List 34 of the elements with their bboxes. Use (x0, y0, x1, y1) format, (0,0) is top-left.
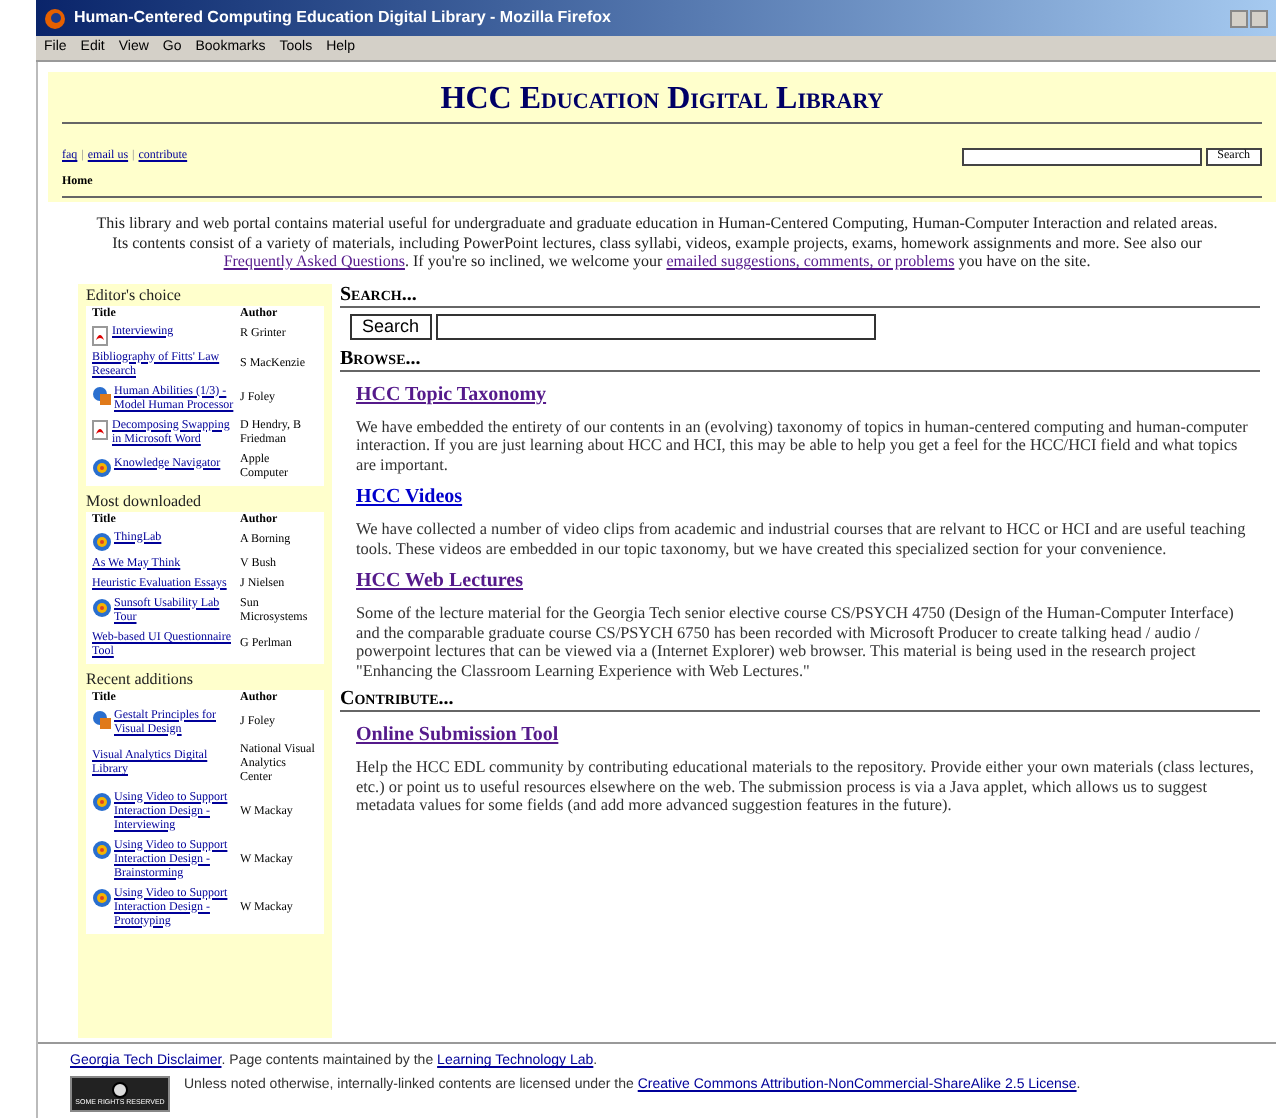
presentation-icon (92, 709, 112, 729)
text-link[interactable]: Frequently Asked Questions (223, 252, 405, 270)
presentation-icon (92, 385, 112, 405)
media-icon (92, 887, 112, 907)
text-link[interactable]: emailed suggestions, comments, or problems (666, 252, 955, 270)
media-icon (92, 531, 112, 551)
media-icon (92, 839, 112, 859)
sidebar-heading: Most downloaded (86, 491, 204, 511)
section-heading: Browse... (340, 347, 1260, 371)
intro-paragraph: This library and web portal contains material useful for undergraduate and graduate education in Human-Centered Computing, Human-Computer Interaction and related areas. Its contents consist of a variety of materials, including PowerPoint lectures, class syllabi, videos, example projects, exams, homework assignments and more. See also our Frequently Asked Questions. If you're so inclined, we welcome your emailed suggestions, comments, or problems you have on the site. (94, 214, 1220, 271)
sidebar-heading: Recent additions (86, 669, 196, 689)
section-description: We have embedded the entirety of our contents in an (evolving) taxonomy of topics in human-centered computing and human-computer interaction. If you are just learning about HCC and HCI, this may be able to help you get a feel for the HCC/HCI field and what topics are important. (356, 417, 1250, 474)
media-icon (92, 597, 112, 617)
site-title: HCC Education Digital Library (62, 80, 1262, 124)
search-field[interactable] (961, 148, 1202, 166)
pdf-document-icon (92, 325, 110, 345)
cc-logo-icon (112, 1082, 128, 1098)
media-icon (92, 791, 112, 811)
section-description: We have collected a number of video clips from academic and industrial courses that are relvant to HCC or HCI and are useful teaching tools. These videos are embedded in our topic taxonomy, but we have created this specialized section for your convenience. (356, 520, 1248, 558)
pdf-document-icon (92, 419, 110, 439)
search-field[interactable] (435, 313, 876, 339)
section-heading: Contribute... (340, 688, 1260, 712)
section-heading: Search... (340, 283, 1260, 307)
section-link[interactable]: Online Submission Tool (356, 720, 559, 750)
search-button[interactable]: Search (350, 313, 432, 339)
section-link[interactable]: HCC Topic Taxonomy (356, 379, 547, 409)
section-link[interactable]: HCC Videos (356, 482, 463, 512)
media-icon (92, 457, 112, 477)
section-description: Help the HCC EDL community by contributing educational materials to the repository. Provide either your own materials (class lectures, etc.) or point us to useful resources elsewhere on the web. The submission process is via a Java applet, which allows us to suggest metadata values for some fields (and add more advanced suggestion features in the future). (356, 758, 1256, 815)
section-description: Some of the lecture material for the Georgia Tech senior elective course CS/PSYCH 4750 (Design of the Human-Computer Interface) and the comparable graduate course CS/PSYCH 6750 has been recorded with Microsoft Producer to create talking head / audio / powerpoint lectures that can be viewed via a (Internet Explorer) web browser. This material is being used in the research project "Enhancing the Classroom Learning Experience with Web Lectures." (356, 604, 1236, 680)
sidebar-heading: Editor's choice (86, 285, 183, 305)
browser-logo-icon (44, 7, 66, 29)
window-title: Human-Centered Computing Education Digital Library - Mozilla Firefox (74, 6, 611, 30)
section-link[interactable]: HCC Web Lectures (356, 566, 524, 596)
